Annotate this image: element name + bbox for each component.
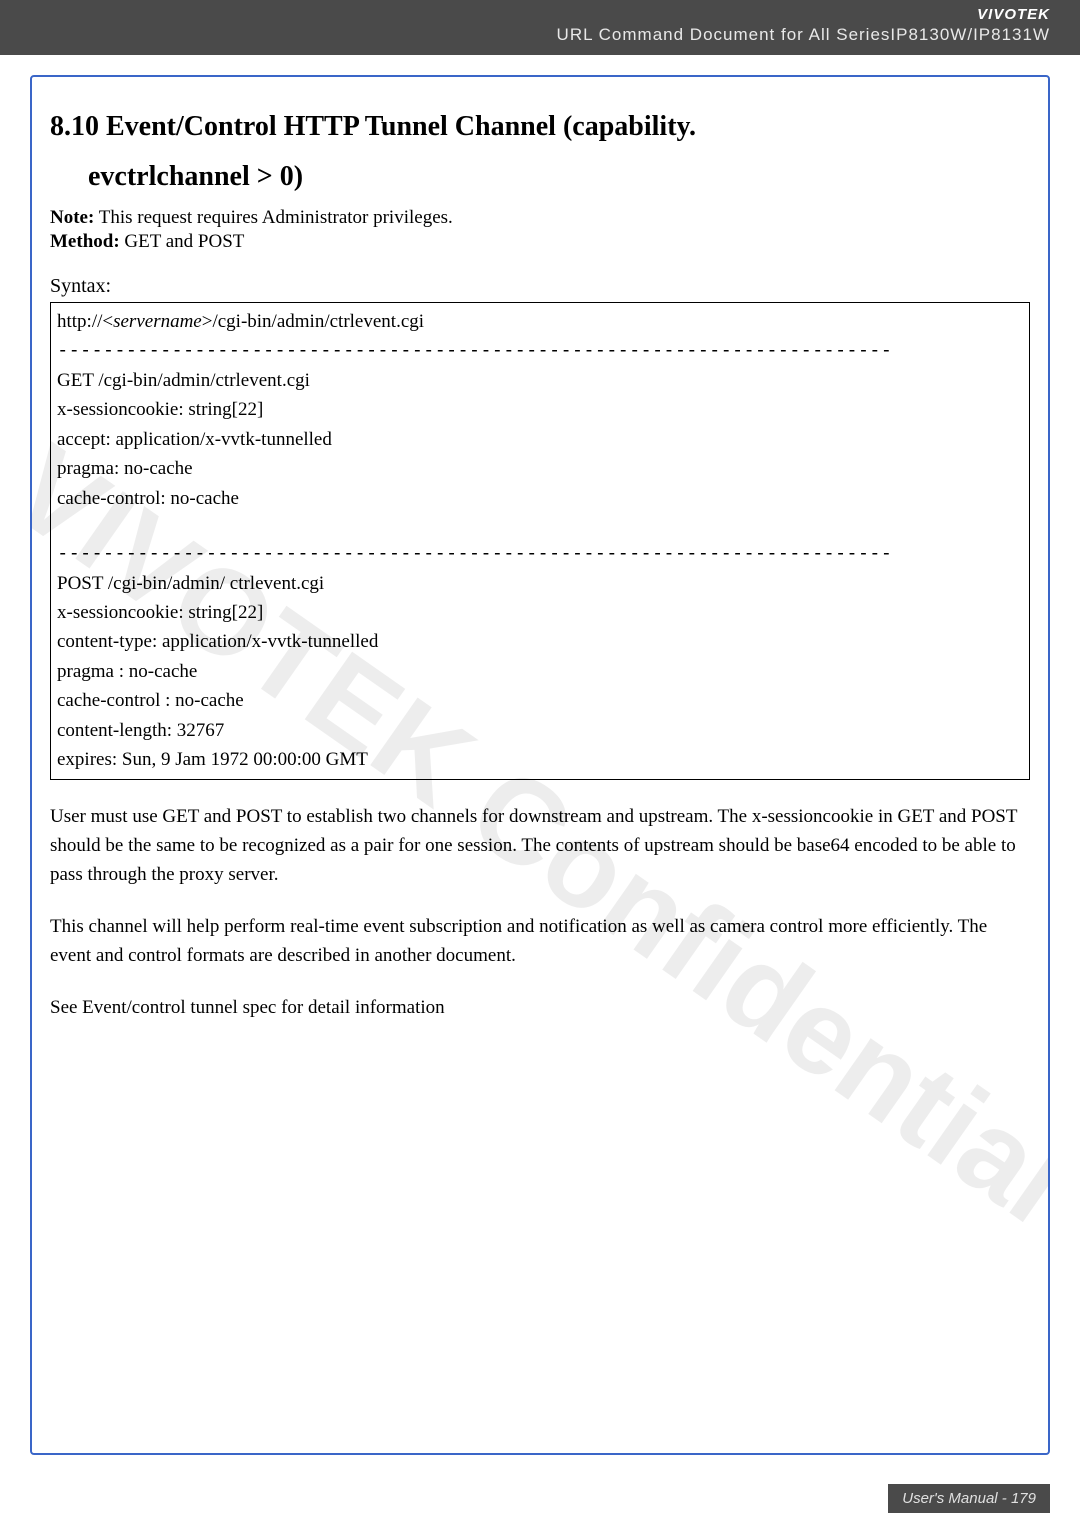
body-paragraph-3: See Event/control tunnel spec for detail… [50,993,1030,1022]
syntax-post-line: POST /cgi-bin/admin/ ctrlevent.cgi [57,569,1023,598]
syntax-get-line: cache-control: no-cache [57,484,1023,513]
syntax-box: http://<servername>/cgi-bin/admin/ctrlev… [50,302,1030,780]
footer-text: User's Manual - 179 [902,1490,1036,1507]
syntax-blank-line [57,513,1023,539]
method-line: Method: GET and POST [50,231,1030,253]
syntax-separator: ----------------------------------------… [57,336,1023,365]
syntax-url-prefix: http://< [57,311,113,332]
page-footer: User's Manual - 179 [888,1484,1050,1513]
syntax-get-line: accept: application/x-vvtk-tunnelled [57,425,1023,454]
syntax-get-line: x-sessioncookie: string[22] [57,395,1023,424]
page-body: VIVOTEK Confidential 8.10 Event/Control … [0,75,1080,1455]
syntax-post-line: content-length: 32767 [57,716,1023,745]
syntax-url-line: http://<servername>/cgi-bin/admin/ctrlev… [57,307,1023,336]
syntax-post-line: cache-control : no-cache [57,686,1023,715]
section-heading-line2: evctrlchannel > 0) [50,161,1030,193]
body-paragraph-1: User must use GET and POST to establish … [50,802,1030,890]
syntax-separator: ----------------------------------------… [57,539,1023,568]
content-frame: VIVOTEK Confidential 8.10 Event/Control … [30,75,1050,1455]
header-subtitle: URL Command Document for All SeriesIP813… [30,25,1050,45]
syntax-label: Syntax: [50,275,1030,298]
method-text: GET and POST [120,231,245,252]
brand-name: VIVOTEK [30,6,1050,23]
syntax-url-servername: servername [113,311,202,332]
note-text: This request requires Administrator priv… [94,207,452,228]
page-header: VIVOTEK URL Command Document for All Ser… [0,0,1080,55]
syntax-get-line: GET /cgi-bin/admin/ctrlevent.cgi [57,366,1023,395]
syntax-post-line: expires: Sun, 9 Jam 1972 00:00:00 GMT [57,745,1023,774]
note-label: Note: [50,207,94,228]
syntax-url-suffix: >/cgi-bin/admin/ctrlevent.cgi [202,311,424,332]
note-line: Note: This request requires Administrato… [50,207,1030,229]
syntax-post-line: content-type: application/x-vvtk-tunnell… [57,627,1023,656]
section-heading-line1: 8.10 Event/Control HTTP Tunnel Channel (… [50,111,1030,143]
body-paragraph-2: This channel will help perform real-time… [50,912,1030,971]
syntax-get-line: pragma: no-cache [57,454,1023,483]
syntax-post-line: pragma : no-cache [57,657,1023,686]
method-label: Method: [50,231,120,252]
syntax-post-line: x-sessioncookie: string[22] [57,598,1023,627]
